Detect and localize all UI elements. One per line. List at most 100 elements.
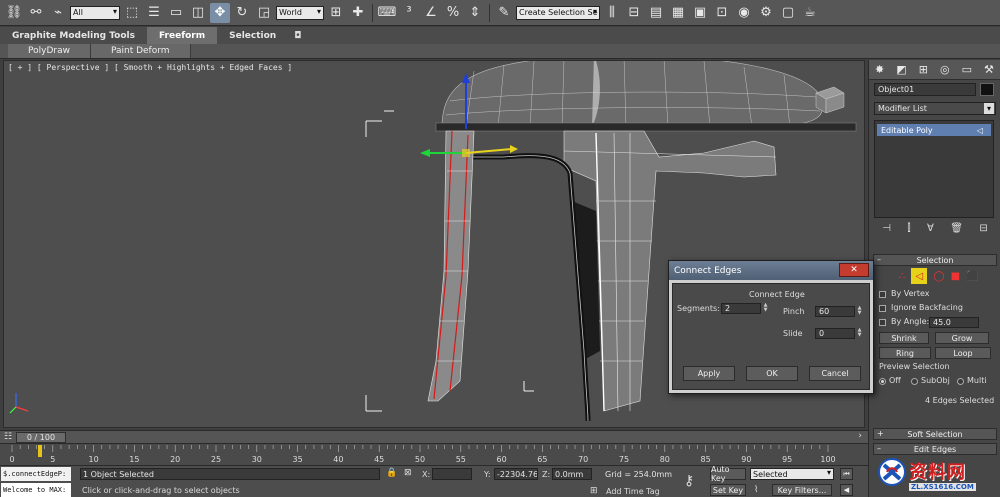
key-mode-dropdown[interactable]: Selected <box>750 468 834 480</box>
spinner-snap-icon[interactable]: ⇕ <box>465 3 485 23</box>
motion-tab-icon[interactable]: ◎ <box>940 63 950 76</box>
edge-level-icon[interactable]: ◁ <box>911 268 928 284</box>
ok-button[interactable]: OK <box>746 366 798 381</box>
z-coordinate-field[interactable]: 0.0mm <box>552 468 592 480</box>
absolute-mode-icon[interactable]: ⊠ <box>404 468 412 478</box>
selection-filter-dropdown[interactable]: All <box>70 5 120 20</box>
scale-icon[interactable]: ◲ <box>254 3 274 23</box>
align-icon[interactable]: ⊟ <box>624 3 644 23</box>
modify-tab-icon[interactable]: ◩ <box>896 63 906 76</box>
unlink-icon[interactable]: ⚯ <box>26 3 46 23</box>
move-icon[interactable]: ✥ <box>210 2 230 23</box>
select-by-name-icon[interactable]: ☰ <box>144 3 164 23</box>
edit-edges-rollout-header[interactable]: – Edit Edges <box>873 443 997 455</box>
segments-spinner-arrows[interactable]: ▲ ▼ <box>762 303 769 314</box>
element-level-icon[interactable]: ⬛ <box>966 271 978 282</box>
apply-button[interactable]: Apply <box>683 366 735 381</box>
viewport-label[interactable]: [ + ] [ Perspective ] [ Smooth + Highlig… <box>8 63 292 72</box>
lock-icon[interactable]: 🔒 <box>386 468 397 478</box>
by-angle-checkbox[interactable] <box>879 319 886 326</box>
preview-off-radio[interactable] <box>879 378 886 385</box>
loop-button[interactable]: Loop <box>935 347 991 359</box>
by-vertex-checkbox[interactable] <box>879 291 886 298</box>
link-icon[interactable]: ⛓ <box>4 3 24 23</box>
pinch-spinner[interactable]: 60 <box>815 306 855 317</box>
make-unique-icon[interactable]: ∀ <box>927 223 934 234</box>
pivot-icon[interactable]: ⊞ <box>326 3 346 23</box>
dialog-title-bar[interactable]: Connect Edges ✕ <box>669 261 873 280</box>
rotate-icon[interactable]: ↻ <box>232 3 252 23</box>
vertex-level-icon[interactable]: ∴ <box>899 271 905 282</box>
slide-spinner-arrows[interactable]: ▲ ▼ <box>856 328 863 339</box>
render-setup-icon[interactable]: ⚙ <box>756 3 776 23</box>
hierarchy-tab-icon[interactable]: ⊞ <box>919 63 928 76</box>
prev-frame-icon[interactable]: ◀ <box>840 484 853 496</box>
paint-deform-button[interactable]: Paint Deform <box>90 44 191 58</box>
pinch-spinner-arrows[interactable]: ▲ ▼ <box>856 306 863 317</box>
stack-item-editable-poly[interactable]: Editable Poly ◁ <box>877 124 991 136</box>
trackbar[interactable]: 0 5 10 15 20 25 30 35 40 45 50 55 60 65 70 75 80 85 90 95 10… <box>0 443 868 465</box>
auto-key-button[interactable]: Auto Key <box>710 465 746 483</box>
schematic-view-icon[interactable]: ⊡ <box>712 3 732 23</box>
configure-sets-icon[interactable]: ⊟ <box>979 223 987 234</box>
segments-spinner[interactable]: 2 <box>721 303 761 314</box>
maxscript-listener-line[interactable]: $.connectEdgeP: <box>1 467 71 481</box>
tab-selection[interactable]: Selection <box>217 27 288 44</box>
angle-snap-icon[interactable]: ∠ <box>421 3 441 23</box>
by-angle-field[interactable]: 45.0 <box>929 317 979 328</box>
snaps-toggle-icon[interactable]: ³ <box>399 3 419 23</box>
ignore-backfacing-checkbox[interactable] <box>879 305 886 312</box>
close-button[interactable]: ✕ <box>839 263 869 277</box>
selection-rollout-header[interactable]: – Selection <box>873 254 997 266</box>
time-slider-thumb[interactable]: 0 / 100 <box>16 432 66 443</box>
modifier-stack-list[interactable]: Editable Poly ◁ <box>874 120 994 218</box>
curve-editor-icon[interactable]: ▣ <box>690 3 710 23</box>
soft-selection-rollout-header[interactable]: + Soft Selection <box>873 428 997 440</box>
percent-snap-icon[interactable]: % <box>443 3 463 23</box>
edit-named-selection-icon[interactable]: ✎ <box>494 3 514 23</box>
window-crossing-icon[interactable]: ◫ <box>188 3 208 23</box>
object-color-swatch[interactable] <box>980 83 994 96</box>
mini-curve-editor-icon[interactable]: ☷ <box>4 432 12 442</box>
rendered-frame-icon[interactable]: ▢ <box>778 3 798 23</box>
pin-stack-icon[interactable]: ⊣ <box>882 223 891 234</box>
layer-manager-icon[interactable]: ▤ <box>646 3 666 23</box>
go-to-start-icon[interactable]: ⏮ <box>840 468 853 480</box>
create-tab-icon[interactable]: ✸ <box>875 63 884 76</box>
modifier-list-dropdown[interactable]: Modifier List ▾ <box>874 102 996 115</box>
grow-button[interactable]: Grow <box>935 332 989 344</box>
bind-icon[interactable]: ⌁ <box>48 3 68 23</box>
utilities-tab-icon[interactable]: ⚒ <box>984 63 994 76</box>
tab-graphite-modeling-tools[interactable]: Graphite Modeling Tools <box>0 27 147 44</box>
show-end-result-icon[interactable]: ⫿ <box>907 223 910 234</box>
material-editor-icon[interactable]: ◉ <box>734 3 754 23</box>
mirror-icon[interactable]: ⫼ <box>602 3 622 23</box>
key-filters-button[interactable]: Key Filters... <box>772 484 832 496</box>
coord-system-dropdown[interactable]: World <box>276 5 324 20</box>
select-icon[interactable]: ⬚ <box>122 3 142 23</box>
set-key-button[interactable]: Set Key <box>710 484 746 496</box>
time-tag-icon[interactable]: ⊞ <box>590 486 598 496</box>
tab-freeform[interactable]: Freeform <box>146 27 218 44</box>
y-coordinate-field[interactable]: -22304.76: <box>494 468 538 480</box>
graphite-toggle-icon[interactable]: ▦ <box>668 3 688 23</box>
ring-button[interactable]: Ring <box>879 347 931 359</box>
slide-spinner[interactable]: 0 <box>815 328 855 339</box>
keyboard-shortcut-icon[interactable]: ⌨ <box>377 3 397 23</box>
polydraw-button[interactable]: PolyDraw <box>8 44 91 58</box>
time-slider[interactable]: ☷ 0 / 100 › <box>0 430 868 443</box>
shrink-button[interactable]: Shrink <box>879 332 929 344</box>
polygon-level-icon[interactable]: ■ <box>951 271 960 282</box>
maxscript-mini-listener[interactable]: Welcome to MAX: <box>1 483 71 497</box>
remove-modifier-icon[interactable]: 🗑 <box>950 223 963 234</box>
object-name-field[interactable]: Object01 <box>874 83 976 96</box>
chevron-right-icon[interactable]: › <box>858 431 862 441</box>
display-tab-icon[interactable]: ▭ <box>962 63 972 76</box>
preview-subobj-radio[interactable] <box>911 378 918 385</box>
key-icon[interactable]: ⚷ <box>684 473 694 489</box>
rect-region-icon[interactable]: ▭ <box>166 3 186 23</box>
set-key-filter-icon[interactable]: ⌇ <box>754 485 758 495</box>
select-manipulate-icon[interactable]: ✚ <box>348 3 368 23</box>
ribbon-minimize-icon[interactable]: ◘ <box>288 27 307 44</box>
add-time-tag-button[interactable]: Add Time Tag <box>606 487 660 496</box>
